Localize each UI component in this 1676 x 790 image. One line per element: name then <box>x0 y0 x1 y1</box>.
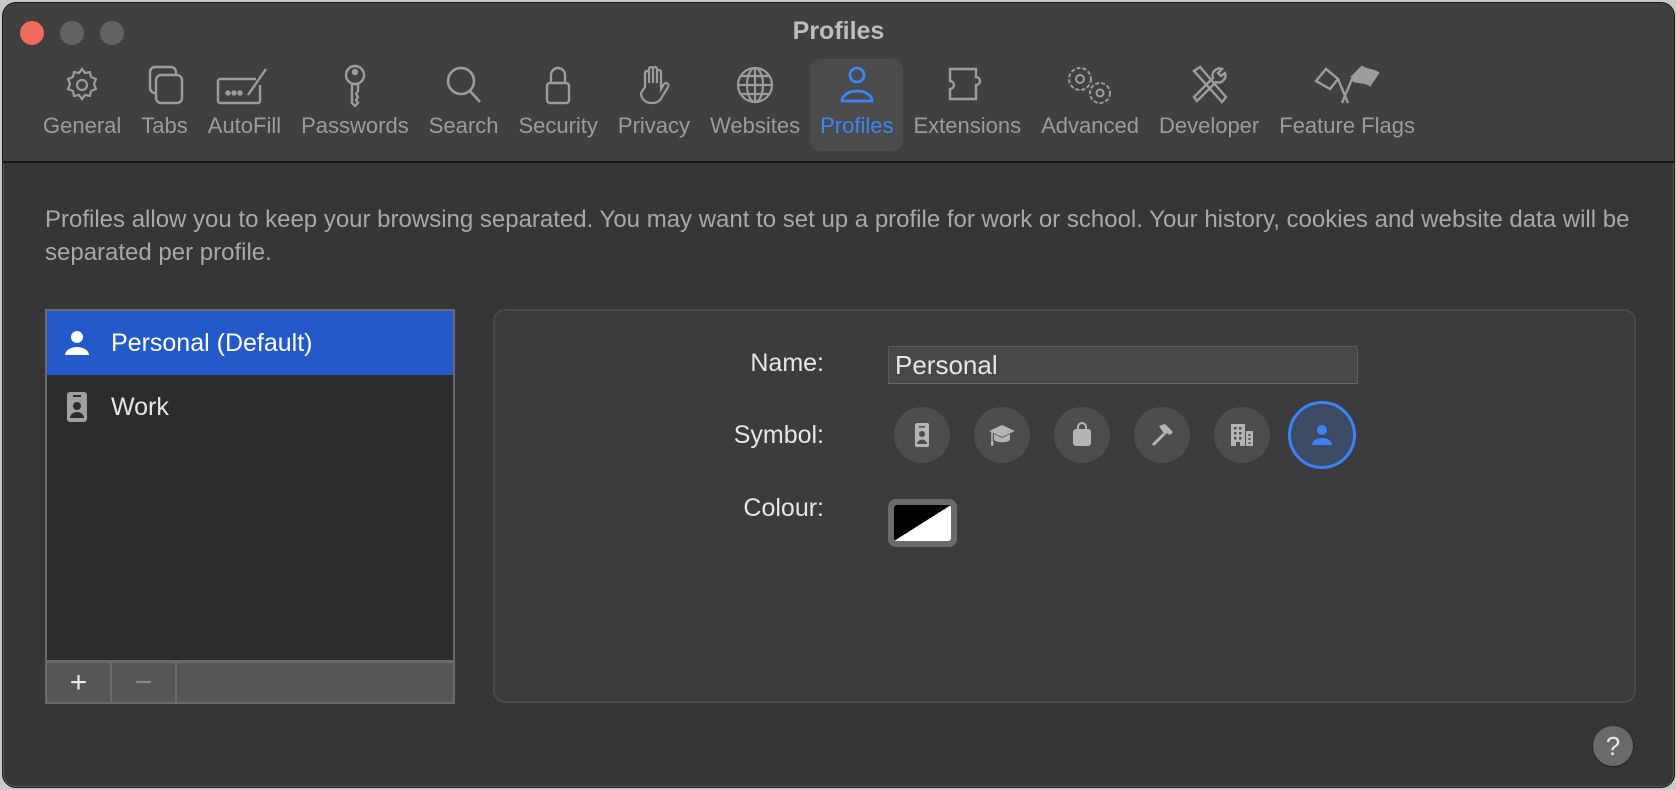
tab-search[interactable]: Search <box>419 59 509 151</box>
tab-extensions[interactable]: Extensions <box>903 59 1031 151</box>
tab-label: Privacy <box>617 113 691 138</box>
tab-profiles[interactable]: Profiles <box>810 59 904 151</box>
id-badge-icon <box>67 392 87 422</box>
tab-label: General <box>43 113 122 138</box>
symbol-hammer-button[interactable] <box>1134 407 1190 463</box>
preferences-toolbar: General Tabs AutoFill Passwords Search S… <box>33 59 1425 151</box>
tab-autofill[interactable]: AutoFill <box>198 59 291 151</box>
key-icon <box>344 64 366 107</box>
autofill-icon <box>217 68 268 105</box>
person-icon <box>840 66 874 103</box>
tab-developer[interactable]: Developer <box>1149 59 1269 151</box>
shopping-bag-icon <box>1073 422 1091 446</box>
tab-general[interactable]: General <box>33 59 131 151</box>
profiles-description: Profiles allow you to keep your browsing… <box>45 206 1630 266</box>
symbol-graduation-cap-button[interactable] <box>974 407 1030 463</box>
profile-detail-panel: Name: Symbol: Colour: <box>493 309 1636 703</box>
symbol-building-button[interactable] <box>1214 407 1270 463</box>
tab-label: Feature Flags <box>1279 113 1415 138</box>
title-bar: Profiles General Tabs AutoFill Passwords… <box>3 3 1674 163</box>
tab-label: Search <box>428 113 499 138</box>
list-footer: + − <box>47 660 453 702</box>
tab-label: Extensions <box>913 113 1022 138</box>
tab-label: Websites <box>710 113 801 138</box>
symbol-id-badge-button[interactable] <box>894 407 950 463</box>
lock-icon <box>545 66 571 105</box>
tab-label: Profiles <box>820 113 894 138</box>
profile-row-personal[interactable]: Personal (Default) <box>47 311 453 375</box>
tabs-icon <box>148 65 183 105</box>
profile-label: Work <box>111 392 169 421</box>
tab-advanced[interactable]: Advanced <box>1031 59 1149 151</box>
help-button[interactable]: ? <box>1593 726 1633 766</box>
puzzle-icon <box>949 67 982 101</box>
tools-icon <box>1192 65 1228 104</box>
colour-well[interactable] <box>888 499 957 547</box>
colour-label: Colour: <box>743 494 824 522</box>
tab-passwords[interactable]: Passwords <box>291 59 419 151</box>
tab-feature-flags[interactable]: Feature Flags <box>1269 59 1425 151</box>
profile-name-field[interactable] <box>888 346 1358 384</box>
window-title: Profiles <box>792 17 885 45</box>
person-fill-icon <box>1312 425 1332 445</box>
symbol-label: Symbol: <box>733 421 824 449</box>
tab-label: Security <box>518 113 598 138</box>
remove-profile-button[interactable]: − <box>112 663 177 702</box>
colour-swatch <box>894 505 951 541</box>
profile-row-work[interactable]: Work <box>47 375 453 439</box>
tab-label: AutoFill <box>207 113 282 138</box>
gears-icon <box>1068 67 1112 104</box>
search-icon <box>446 66 481 103</box>
tab-label: Developer <box>1158 113 1260 138</box>
hammer-icon <box>1152 424 1173 446</box>
symbol-person-button[interactable] <box>1288 401 1356 469</box>
tab-label: Tabs <box>141 113 188 138</box>
symbol-shopping-bag-button[interactable] <box>1054 407 1110 463</box>
graduation-cap-icon <box>989 425 1015 446</box>
preferences-window: Profiles General Tabs AutoFill Passwords… <box>2 2 1675 788</box>
tab-label: Advanced <box>1041 113 1139 138</box>
tab-security[interactable]: Security <box>508 59 607 151</box>
tab-tabs[interactable]: Tabs <box>131 59 197 151</box>
flags-icon <box>1314 65 1380 104</box>
id-badge-icon <box>915 423 929 447</box>
tab-label: Passwords <box>301 113 409 138</box>
add-profile-button[interactable]: + <box>47 663 112 702</box>
profile-label: Personal (Default) <box>111 328 313 357</box>
tab-privacy[interactable]: Privacy <box>608 59 700 151</box>
gear-icon <box>66 67 98 101</box>
name-label: Name: <box>750 349 824 377</box>
globe-icon <box>736 66 774 104</box>
building-icon <box>1231 424 1253 446</box>
person-fill-icon <box>65 331 89 355</box>
profiles-list: Personal (Default) Work + − <box>45 309 455 704</box>
hand-icon <box>639 65 670 105</box>
tab-websites[interactable]: Websites <box>700 59 810 151</box>
